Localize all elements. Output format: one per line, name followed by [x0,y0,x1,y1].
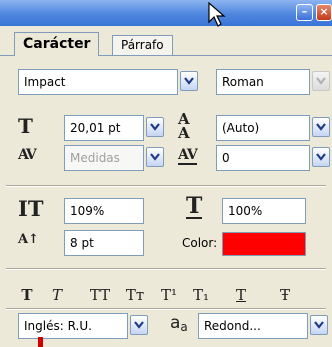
separator [6,308,326,310]
character-panel: – × Carácter Párrafo Impact Roman T 20,0… [0,0,332,347]
superscript-button[interactable]: T¹ [156,285,182,305]
all-caps-button[interactable]: TT [84,285,116,305]
leading-dropdown[interactable] [312,117,330,137]
language-field[interactable]: Inglés: R.U. [18,313,128,339]
font-size-dropdown[interactable] [146,117,164,137]
font-style-field[interactable]: Roman [216,69,310,95]
mouse-cursor-icon [208,2,226,27]
minimize-button[interactable]: – [296,4,313,21]
font-style-dropdown[interactable] [312,71,330,91]
baseline-shift-icon: A↑ [18,232,39,247]
chevron-down-icon [314,321,324,329]
antialias-label: a [170,313,181,333]
baseline-shift-field[interactable]: 8 pt [64,230,144,256]
font-family-field[interactable]: Impact [18,69,178,95]
font-size-icon: T [18,114,33,138]
color-label: Color: [182,236,218,250]
chevron-down-icon [184,77,194,85]
chevron-down-icon [316,123,326,131]
antialias-icon: aa [170,313,188,334]
panel-titlebar [0,0,332,26]
subscript-button[interactable]: T₁ [188,285,214,305]
faux-italic-button[interactable]: T [46,285,68,305]
antialias-dropdown[interactable] [310,315,328,335]
strikethrough-button[interactable]: Ŧ [274,285,296,305]
leading-field[interactable]: (Auto) [216,115,310,141]
antialias-label-sub: a [180,320,188,334]
color-swatch[interactable] [222,232,306,256]
tab-character[interactable]: Carácter [14,32,100,56]
tracking-field[interactable]: 0 [216,145,310,171]
font-family-dropdown[interactable] [180,71,198,91]
leading-icon: AA [178,110,190,142]
chevron-down-icon [134,321,144,329]
language-dropdown[interactable] [130,315,148,335]
separator [6,185,326,187]
underline-button[interactable]: T [230,285,252,305]
horizontal-scale-icon: T [186,193,203,219]
chevron-down-icon [316,77,326,85]
annotation-marker [38,337,43,347]
font-size-field[interactable]: 20,01 pt [64,115,144,141]
small-caps-button[interactable]: Tт [122,285,148,305]
close-button[interactable]: × [316,4,332,21]
tracking-icon: AV [178,147,198,165]
separator [6,268,326,270]
kerning-field[interactable]: Medidas [64,145,144,171]
vertical-scale-field[interactable]: 109% [64,198,144,224]
faux-bold-button[interactable]: T [16,285,38,305]
horizontal-scale-field[interactable]: 100% [222,198,306,224]
kerning-icon: AV [18,147,37,163]
chevron-down-icon [150,153,160,161]
tracking-dropdown[interactable] [312,147,330,167]
tab-paragraph[interactable]: Párrafo [112,35,173,55]
chevron-down-icon [316,153,326,161]
chevron-down-icon [150,123,160,131]
kerning-dropdown[interactable] [146,147,164,167]
vertical-scale-icon: IT [18,196,44,221]
antialias-field[interactable]: Redond... [198,313,308,339]
